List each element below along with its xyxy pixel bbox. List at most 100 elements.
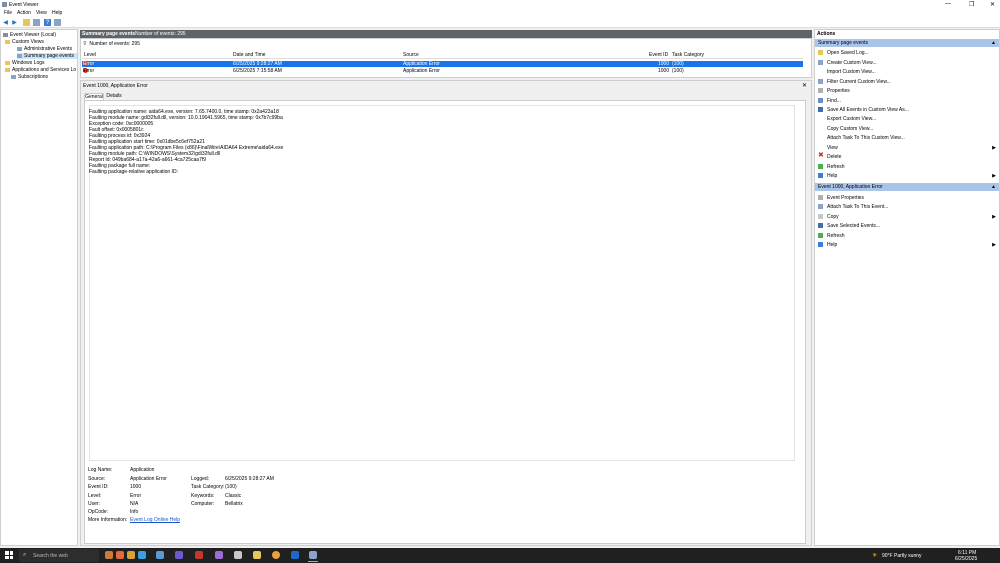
submenu-arrow-icon: ▶ <box>992 145 996 151</box>
search-box[interactable]: ⌕ Search the web <box>19 549 99 562</box>
tab-general[interactable]: General <box>84 93 104 100</box>
event-count: Number of events: 295 <box>135 31 186 37</box>
attach-task-event-action[interactable]: Attach Task To This Event... <box>816 202 998 211</box>
properties-icon[interactable] <box>54 19 61 26</box>
tab-details[interactable]: Details <box>106 93 122 100</box>
clock-date[interactable]: 6/25/2025 <box>955 556 977 562</box>
title-bar: Event Viewer — ❐ ✕ <box>0 0 1000 9</box>
col-date[interactable]: Date and Time <box>233 52 266 58</box>
app-icon[interactable] <box>195 551 203 559</box>
tree-item-subscriptions[interactable]: Subscriptions <box>11 74 48 80</box>
refresh-icon <box>818 233 823 238</box>
minimize-button[interactable]: — <box>945 1 951 7</box>
collapse-icon[interactable]: ▲ <box>991 40 996 46</box>
col-task[interactable]: Task Category <box>672 52 704 58</box>
filter-icon <box>818 60 823 65</box>
app-icon[interactable] <box>138 551 146 559</box>
import-custom-view-action[interactable]: Import Custom View... <box>816 67 998 76</box>
col-event-id[interactable]: Event ID <box>649 52 668 58</box>
view-action[interactable]: View ▶ <box>816 143 998 152</box>
log-name-value: Application <box>130 467 155 473</box>
col-source[interactable]: Source <box>403 52 419 58</box>
menu-file[interactable]: File <box>4 10 12 16</box>
user-label: User: <box>88 501 100 507</box>
find-action[interactable]: Find... <box>816 96 998 105</box>
help-icon <box>818 173 823 178</box>
save-icon <box>818 107 823 112</box>
delete-action[interactable]: ✖ Delete <box>816 152 998 161</box>
keywords-value: Classic <box>225 493 242 499</box>
copy-custom-view-action[interactable]: Copy Custom View... <box>816 124 998 133</box>
forward-icon[interactable]: ▶ <box>11 19 18 26</box>
filter-icon <box>818 79 823 84</box>
steam-icon[interactable] <box>291 551 299 559</box>
file-explorer-icon[interactable] <box>253 551 261 559</box>
help-icon[interactable]: ? <box>44 19 51 26</box>
window-title: Event Viewer <box>9 2 39 8</box>
app-icon[interactable] <box>116 551 124 559</box>
description-line: Faulting package-relative application ID… <box>89 169 178 175</box>
event-viewer-taskbar-icon[interactable] <box>309 551 317 559</box>
filter-current-custom-view-action[interactable]: Filter Current Custom View... <box>816 77 998 86</box>
filter-bar: ⊽ Number of events: 295 <box>83 41 140 47</box>
menu-help[interactable]: Help <box>52 10 62 16</box>
back-icon[interactable]: ◀ <box>2 19 9 26</box>
task-category-value: (100) <box>225 484 237 490</box>
actions-section-event[interactable]: Event 1000, Application Error ▲ <box>815 183 999 191</box>
app-icon[interactable] <box>175 551 183 559</box>
close-button[interactable]: ✕ <box>990 1 995 8</box>
refresh-event-action[interactable]: Refresh <box>816 231 998 240</box>
attach-task-custom-view-action[interactable]: Attach Task To This Custom View... <box>816 133 998 142</box>
folder-icon[interactable] <box>23 19 30 26</box>
show-hide-tree-icon[interactable] <box>33 19 40 26</box>
tree-item-windows-logs[interactable]: Windows Logs <box>5 60 45 66</box>
event-id-value: 1000 <box>130 484 142 490</box>
logged-label: Logged: <box>191 476 210 482</box>
app-icon[interactable] <box>156 551 164 559</box>
computer-value: Bellatrix <box>225 501 243 507</box>
actions-section-summary[interactable]: Summary page events ▲ <box>815 39 999 47</box>
table-row[interactable]: ! Error 6/25/2025 7:15:58 AM Application … <box>82 68 803 74</box>
save-icon <box>818 223 823 228</box>
logged-value: 6/25/2025 9:28:27 AM <box>225 476 274 482</box>
help-action[interactable]: Help ▶ <box>816 171 998 180</box>
taskbar: ⌕ Search the web ☀ 90°F Partly sunny 6:1… <box>0 548 1000 563</box>
find-icon <box>818 98 823 103</box>
toolbar: ◀ ▶ ? <box>0 17 1000 28</box>
view-header: Summary page events Number of events: 29… <box>80 30 812 38</box>
tree-item-summary-page-events[interactable]: Summary page events <box>17 53 78 59</box>
app-icon[interactable] <box>105 551 113 559</box>
chrome-icon[interactable] <box>272 551 280 559</box>
export-custom-view-action[interactable]: Export Custom View... <box>816 114 998 123</box>
app-icon[interactable] <box>127 551 135 559</box>
menu-view[interactable]: View <box>36 10 47 16</box>
tree-item-custom-views[interactable]: Custom Views <box>5 39 44 45</box>
save-all-events-action[interactable]: Save All Events in Custom View As... <box>816 105 998 114</box>
event-properties-action[interactable]: Event Properties <box>816 193 998 202</box>
tree-item-apps-services[interactable]: Applications and Services Lo <box>5 67 76 73</box>
start-button[interactable] <box>5 551 13 559</box>
menu-action[interactable]: Action <box>17 10 31 16</box>
tree-item-admin-events[interactable]: Administrative Events <box>17 46 72 52</box>
refresh-action[interactable]: Refresh <box>816 162 998 171</box>
help-event-action[interactable]: Help ▶ <box>816 240 998 249</box>
open-saved-log-action[interactable]: Open Saved Log... <box>816 48 998 57</box>
source-value: Application Error <box>130 476 167 482</box>
save-selected-events-action[interactable]: Save Selected Events... <box>816 221 998 230</box>
search-icon: ⌕ <box>23 552 27 558</box>
table-row[interactable]: ! Error 6/25/2025 9:28:27 AM Application … <box>82 61 803 67</box>
tree-item-root[interactable]: Event Viewer (Local) <box>3 32 56 38</box>
properties-action[interactable]: Properties <box>816 86 998 95</box>
collapse-icon[interactable]: ▲ <box>991 184 996 190</box>
active-indicator <box>308 561 318 562</box>
maximize-button[interactable]: ❐ <box>969 1 974 8</box>
col-level[interactable]: Level <box>84 52 96 58</box>
event-log-online-help-link[interactable]: Event Log Online Help <box>130 517 180 523</box>
weather-text[interactable]: 90°F Partly sunny <box>882 553 922 559</box>
detail-close-button[interactable]: ✕ <box>802 82 807 89</box>
detail-title: Event 1000, Application Error <box>83 83 148 89</box>
app-icon[interactable] <box>215 551 223 559</box>
create-custom-view-action[interactable]: Create Custom View... <box>816 58 998 67</box>
copy-action[interactable]: Copy ▶ <box>816 212 998 221</box>
app-icon[interactable] <box>234 551 242 559</box>
